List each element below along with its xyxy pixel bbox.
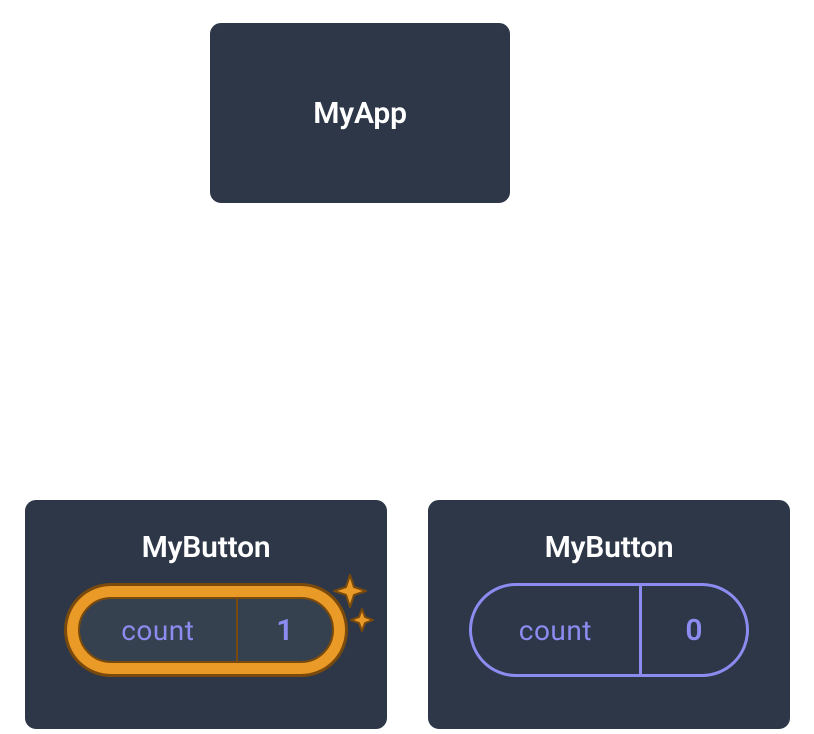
state-value: 0: [685, 613, 702, 648]
root-component-label: MyApp: [313, 96, 407, 131]
root-component-node: MyApp: [207, 20, 513, 206]
child-component-label: MyButton: [545, 530, 674, 565]
state-pill-highlighted: count 1: [64, 583, 348, 677]
component-tree-diagram: MyApp MyButton count 1 MyButton c: [0, 0, 814, 734]
child-component-node-left: MyButton count 1: [22, 497, 390, 732]
state-name: count: [121, 614, 194, 647]
child-component-label: MyButton: [142, 530, 271, 565]
state-value: 1: [276, 613, 293, 648]
state-name: count: [519, 614, 592, 647]
state-pill: count 0: [469, 583, 749, 677]
child-component-node-right: MyButton count 0: [425, 497, 793, 732]
